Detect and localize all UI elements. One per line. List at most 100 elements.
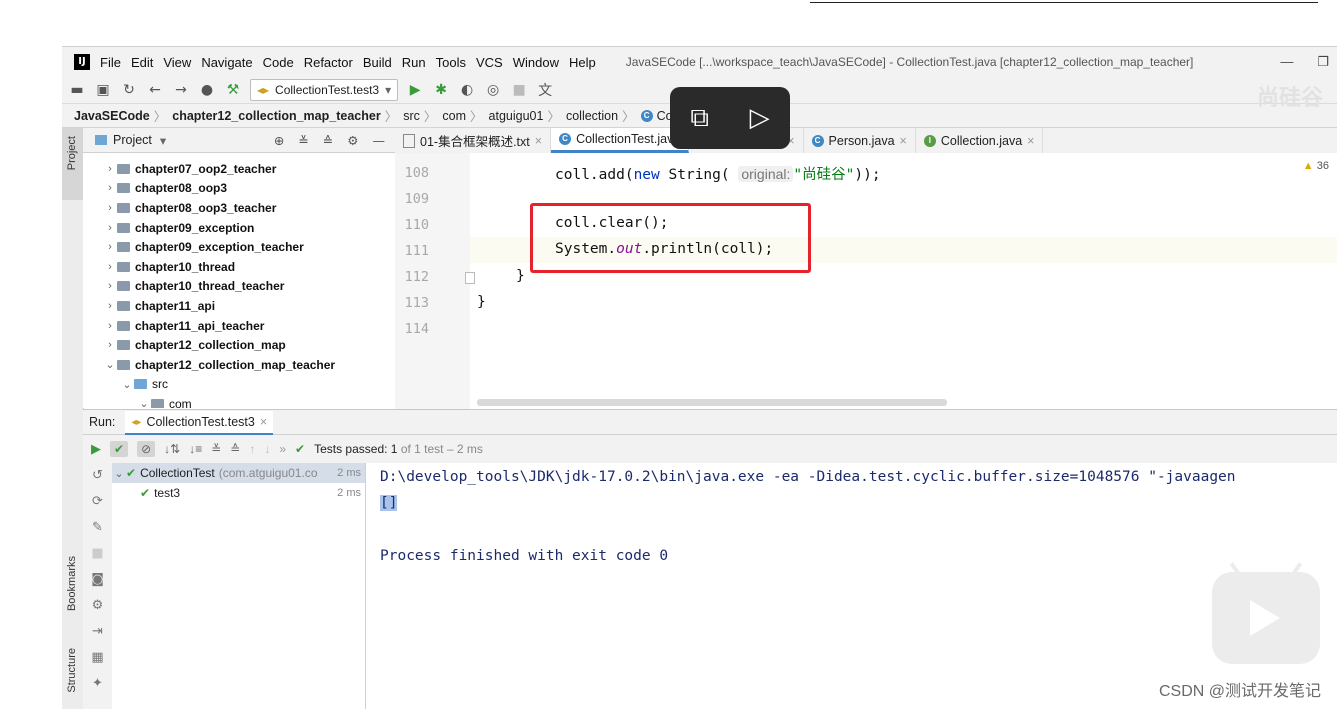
run-icon[interactable]: ▶ (406, 82, 424, 98)
close-icon[interactable]: × (900, 134, 907, 148)
expand-all-icon[interactable]: ≚ (298, 133, 308, 148)
fold-marker-icon[interactable] (465, 272, 475, 284)
chevron-right-icon[interactable]: › (103, 320, 117, 332)
structure-stripe-label[interactable]: Structure (66, 648, 78, 693)
collapse-all-icon[interactable]: ≙ (230, 442, 240, 456)
tree-item[interactable]: › chapter10_thread (83, 257, 395, 277)
tree-item[interactable]: › chapter08_oop3 (83, 179, 395, 199)
import-icon[interactable]: ⇥ (83, 619, 112, 645)
menu-vcs[interactable]: VCS (476, 55, 503, 70)
console-output[interactable]: D:\develop_tools\JDK\jdk-17.0.2\bin\java… (366, 463, 1337, 709)
chevron-right-icon[interactable]: › (103, 261, 117, 273)
chevron-right-icon[interactable]: › (103, 202, 117, 214)
chevron-right-icon[interactable]: › (103, 222, 117, 234)
picture-in-picture-icon[interactable]: ⧉ (690, 103, 709, 134)
camera-icon[interactable]: ◙ (83, 567, 112, 593)
hide-icon[interactable]: — (373, 133, 386, 148)
close-icon[interactable]: × (535, 134, 542, 148)
bookmarks-stripe-label[interactable]: Bookmarks (66, 556, 78, 611)
tree-item[interactable]: ⌄ src (83, 375, 395, 395)
back-icon[interactable]: ← (146, 82, 164, 98)
tree-item[interactable]: › chapter11_api (83, 296, 395, 316)
horizontal-scrollbar[interactable] (477, 399, 947, 406)
project-panel-title[interactable]: Project (113, 133, 152, 147)
chevron-down-icon[interactable]: ⌄ (120, 378, 134, 391)
stop-icon[interactable]: ■ (83, 541, 112, 567)
menu-tools[interactable]: Tools (436, 55, 466, 70)
settings-icon[interactable]: ⚙ (83, 593, 112, 619)
profile-icon[interactable]: ◎ (484, 82, 502, 98)
coverage-icon[interactable]: ◐ (458, 82, 476, 98)
chevron-down-icon[interactable]: ⌄ (103, 358, 117, 371)
breadcrumb-item[interactable]: atguigu01 (489, 109, 544, 123)
stop-icon[interactable]: ■ (510, 82, 528, 98)
build-hammer-icon[interactable]: ⚒ (224, 82, 242, 98)
tree-item[interactable]: › chapter12_collection_map (83, 335, 395, 355)
maximize-button[interactable]: ❐ (1317, 54, 1329, 70)
project-stripe-button[interactable]: Project (62, 128, 83, 200)
layout-icon[interactable]: ▦ (83, 645, 112, 671)
sync-icon[interactable]: ↻ (120, 82, 138, 98)
tree-item[interactable]: › chapter09_exception_teacher (83, 237, 395, 257)
menu-edit[interactable]: Edit (131, 55, 153, 70)
close-icon[interactable]: × (1027, 134, 1034, 148)
user-icon[interactable]: ● (198, 82, 216, 98)
tab-person-java[interactable]: C Person.java × (804, 128, 916, 153)
translate-icon[interactable]: 文 (536, 80, 554, 100)
menu-file[interactable]: File (100, 55, 121, 70)
next-failed-icon[interactable]: ↓ (264, 442, 270, 456)
test-suite-row[interactable]: ⌄ ✔ CollectionTest (com.atguigu01.co 2 m… (112, 463, 365, 483)
show-passed-icon[interactable]: ✔ (110, 441, 129, 457)
rerun-icon[interactable]: ▶ (91, 441, 101, 457)
run-tab[interactable]: ◂▸ CollectionTest.test3 × (125, 411, 274, 436)
breadcrumb-item[interactable]: src (403, 109, 420, 123)
menu-view[interactable]: View (163, 55, 191, 70)
gear-icon[interactable]: ⚙ (347, 133, 358, 148)
tree-item[interactable]: › chapter09_exception (83, 218, 395, 238)
warnings-indicator[interactable]: ▲ 36 (1303, 160, 1329, 172)
toggle-auto-test-icon[interactable]: ⟳ (83, 489, 112, 515)
smart-play-icon[interactable]: ▷ (750, 103, 770, 133)
menu-navigate[interactable]: Navigate (201, 55, 252, 70)
pin-icon[interactable]: ✦ (83, 671, 112, 697)
menu-window[interactable]: Window (513, 55, 559, 70)
open-folder-icon[interactable]: ▬ (68, 82, 86, 98)
menu-run[interactable]: Run (402, 55, 426, 70)
previous-failed-icon[interactable]: ↑ (249, 442, 255, 456)
locate-icon[interactable]: ⊕ (274, 133, 284, 148)
code-editor[interactable]: 108 109 110 111 112 113 114 coll.add(new… (395, 153, 1337, 409)
tree-item[interactable]: › chapter08_oop3_teacher (83, 198, 395, 218)
chevron-right-icon[interactable]: › (103, 300, 117, 312)
chevron-down-icon[interactable]: ⌄ (137, 397, 151, 408)
bilibili-play-button[interactable] (1212, 562, 1320, 664)
menu-help[interactable]: Help (569, 55, 596, 70)
sort-alpha-icon[interactable]: ↓⇅ (164, 442, 180, 456)
save-icon[interactable]: ▣ (94, 82, 112, 98)
rerun-failed-icon[interactable]: ↺ (83, 463, 112, 489)
chevron-right-icon[interactable]: › (103, 339, 117, 351)
sort-duration-icon[interactable]: ↓≡ (189, 442, 202, 456)
test-case-row[interactable]: ✔ test3 2 ms (112, 483, 365, 503)
tree-item[interactable]: › chapter07_oop2_teacher (83, 159, 395, 179)
tree-item[interactable]: ⌄ chapter12_collection_map_teacher (83, 355, 395, 375)
menu-build[interactable]: Build (363, 55, 392, 70)
show-ignored-icon[interactable]: ⊘ (137, 441, 156, 457)
close-icon[interactable]: × (260, 415, 267, 429)
chevron-down-icon[interactable]: ▾ (160, 133, 166, 148)
expand-all-icon[interactable]: ≚ (211, 442, 221, 456)
tree-item[interactable]: ⌄ com (83, 394, 395, 408)
wrench-icon[interactable]: ✎ (83, 515, 112, 541)
tab-collection-overview-txt[interactable]: 01-集合框架概述.txt × (395, 128, 552, 153)
run-configuration-select[interactable]: ◂▸ CollectionTest.test3 ▾ (250, 78, 399, 101)
chevron-right-icon[interactable]: › (103, 182, 117, 194)
menu-refactor[interactable]: Refactor (304, 55, 353, 70)
breadcrumb-item[interactable]: collection (566, 109, 618, 123)
menu-code[interactable]: Code (263, 55, 294, 70)
minimize-button[interactable]: — (1280, 54, 1293, 70)
chevron-down-icon[interactable]: ⌄ (112, 467, 126, 480)
tab-collectiontest-java[interactable]: C CollectionTest.java (551, 128, 690, 153)
breadcrumb-item[interactable]: chapter12_collection_map_teacher (172, 109, 380, 123)
more-icon[interactable]: » (279, 442, 286, 456)
breadcrumb-item[interactable]: com (442, 109, 466, 123)
tree-item[interactable]: › chapter10_thread_teacher (83, 277, 395, 297)
